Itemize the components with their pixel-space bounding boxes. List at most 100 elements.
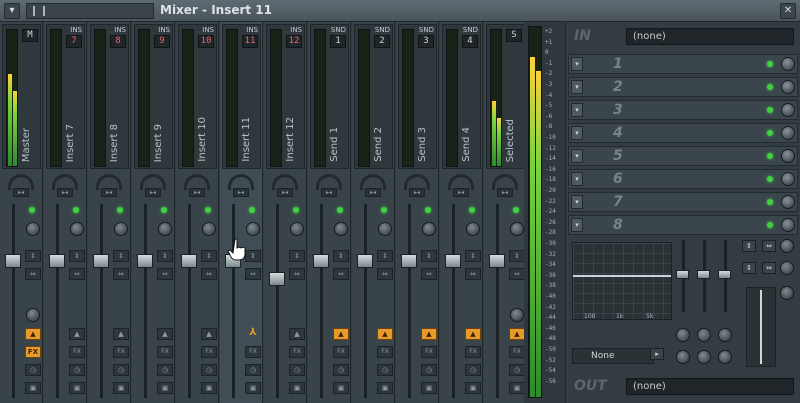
stereo-sep-icon[interactable]: ⇔ bbox=[333, 268, 349, 280]
fx-slot-enable-led[interactable] bbox=[767, 107, 773, 113]
route-button[interactable]: ▲ bbox=[201, 328, 217, 340]
record-clock-icon[interactable]: ◷ bbox=[377, 364, 393, 376]
volume-fader[interactable] bbox=[137, 254, 153, 269]
strip-header[interactable]: SND 4 Send 4 bbox=[442, 24, 481, 169]
fx-button[interactable]: FX bbox=[25, 346, 41, 358]
volume-fader[interactable] bbox=[181, 254, 197, 269]
route-button[interactable]: ▲ bbox=[333, 328, 349, 340]
route-button[interactable]: ▲ bbox=[377, 328, 393, 340]
fx-slot-enable-led[interactable] bbox=[767, 153, 773, 159]
disk-icon[interactable]: ▣ bbox=[201, 382, 217, 394]
pan-center-icon[interactable]: ▸◂ bbox=[277, 188, 293, 197]
fx-button[interactable]: FX bbox=[201, 346, 217, 358]
fx-slot-mix-knob[interactable] bbox=[781, 172, 795, 186]
disk-icon[interactable]: ▣ bbox=[465, 382, 481, 394]
window-menu-button[interactable]: ▾ bbox=[4, 3, 20, 19]
eq-band-3-freq-knob[interactable] bbox=[718, 328, 732, 342]
fx-button[interactable]: FX bbox=[113, 346, 129, 358]
strip-header[interactable]: INS 12 Insert 12 bbox=[266, 24, 305, 169]
stereo-sep-icon[interactable]: ⇔ bbox=[113, 268, 129, 280]
eq-band-1-freq-knob[interactable] bbox=[676, 328, 690, 342]
swap-channels-icon[interactable]: ⇕ bbox=[333, 250, 349, 262]
strip-header[interactable]: INS 8 Insert 8 bbox=[90, 24, 129, 169]
fx-button[interactable]: FX bbox=[69, 346, 85, 358]
stereo-knob[interactable] bbox=[378, 222, 392, 236]
fx-slot[interactable]: ▾ 6 bbox=[568, 169, 798, 189]
disk-icon[interactable]: ▣ bbox=[25, 382, 41, 394]
send-knob[interactable] bbox=[26, 308, 40, 322]
preset-select[interactable]: None bbox=[572, 348, 654, 364]
fx-slot[interactable]: ▾ 5 bbox=[568, 146, 798, 166]
mute-led[interactable] bbox=[29, 207, 35, 213]
mute-led[interactable] bbox=[337, 207, 343, 213]
volume-fader[interactable] bbox=[489, 254, 505, 269]
eq-band-2-bw-knob[interactable] bbox=[697, 350, 711, 364]
fx-button[interactable]: FX bbox=[333, 346, 349, 358]
record-clock-icon[interactable]: ◷ bbox=[157, 364, 173, 376]
strip-header[interactable]: INS 9 Insert 9 bbox=[134, 24, 173, 169]
disk-icon[interactable]: ▣ bbox=[509, 382, 525, 394]
fx-slot-menu-button[interactable]: ▾ bbox=[571, 218, 583, 232]
route-button[interactable]: ▲ bbox=[465, 328, 481, 340]
fx-slot-mix-knob[interactable] bbox=[781, 80, 795, 94]
route-button[interactable]: ▲ bbox=[421, 328, 437, 340]
strip-header[interactable]: INS 10 Insert 10 bbox=[178, 24, 217, 169]
disk-icon[interactable]: ▣ bbox=[333, 382, 349, 394]
volume-fader[interactable] bbox=[5, 254, 21, 269]
record-clock-icon[interactable]: ◷ bbox=[333, 364, 349, 376]
pan-center-icon[interactable]: ▸◂ bbox=[101, 188, 117, 197]
stereo-knob[interactable] bbox=[114, 222, 128, 236]
phase-button[interactable]: ⇕ bbox=[742, 262, 756, 274]
fx-slot-enable-led[interactable] bbox=[767, 199, 773, 205]
strip-header[interactable]: INS 7 Insert 7 bbox=[46, 24, 85, 169]
fx-button[interactable]: FX bbox=[465, 346, 481, 358]
fx-slot-enable-led[interactable] bbox=[767, 222, 773, 228]
record-clock-icon[interactable]: ◷ bbox=[25, 364, 41, 376]
record-clock-icon[interactable]: ◷ bbox=[509, 364, 525, 376]
fx-button[interactable]: FX bbox=[245, 346, 261, 358]
swap-channels-icon[interactable]: ⇕ bbox=[157, 250, 173, 262]
fx-slot[interactable]: ▾ 2 bbox=[568, 77, 798, 97]
mute-led[interactable] bbox=[381, 207, 387, 213]
swap-button[interactable]: ⇕ bbox=[742, 240, 756, 252]
fx-slot-mix-knob[interactable] bbox=[781, 126, 795, 140]
preset-menu-button[interactable]: ▸ bbox=[650, 348, 664, 360]
swap-channels-icon[interactable]: ⇕ bbox=[377, 250, 393, 262]
route-button[interactable]: ▲ bbox=[157, 328, 173, 340]
route-button[interactable]: ▲ bbox=[25, 328, 41, 340]
stereo-sep-icon[interactable]: ⇔ bbox=[421, 268, 437, 280]
route-button[interactable]: ▲ bbox=[289, 328, 305, 340]
eq-band-3-bw-knob[interactable] bbox=[718, 350, 732, 364]
output-knob[interactable] bbox=[780, 286, 794, 300]
fx-slot[interactable]: ▾ 7 bbox=[568, 192, 798, 212]
record-clock-icon[interactable]: ◷ bbox=[289, 364, 305, 376]
record-clock-icon[interactable]: ◷ bbox=[113, 364, 129, 376]
fx-button[interactable]: FX bbox=[509, 346, 525, 358]
stereo-sep-icon[interactable]: ⇔ bbox=[245, 268, 261, 280]
fx-slot[interactable]: ▾ 4 bbox=[568, 123, 798, 143]
mixer-strip[interactable]: INS 12 Insert 12 ▸◂ ⇕ ⇔ ▲ FX ◷ ▣ bbox=[264, 22, 307, 403]
swap-channels-icon[interactable]: ⇕ bbox=[69, 250, 85, 262]
fx-slot[interactable]: ▾ 8 bbox=[568, 215, 798, 235]
stereo-sep-icon[interactable]: ⇔ bbox=[69, 268, 85, 280]
mixer-strip[interactable]: SND 2 Send 2 ▸◂ ⇕ ⇔ ▲ FX ◷ ▣ bbox=[352, 22, 395, 403]
pan-center-icon[interactable]: ▸◂ bbox=[453, 188, 469, 197]
mute-led[interactable] bbox=[513, 207, 519, 213]
swap-channels-icon[interactable]: ⇕ bbox=[201, 250, 217, 262]
fx-slot-mix-knob[interactable] bbox=[781, 195, 795, 209]
send-knob[interactable] bbox=[510, 308, 524, 322]
stereo-sep-icon[interactable]: ⇔ bbox=[289, 268, 305, 280]
disk-icon[interactable]: ▣ bbox=[377, 382, 393, 394]
stereo-knob[interactable] bbox=[290, 222, 304, 236]
close-icon[interactable]: ✕ bbox=[780, 3, 796, 19]
fx-slot-menu-button[interactable]: ▾ bbox=[571, 57, 583, 71]
eq-band-2-freq-knob[interactable] bbox=[697, 328, 711, 342]
pan-knob[interactable] bbox=[780, 261, 794, 275]
swap-channels-icon[interactable]: ⇕ bbox=[113, 250, 129, 262]
mixer-strip[interactable]: INS 9 Insert 9 ▸◂ ⇕ ⇔ ▲ FX ◷ ▣ bbox=[132, 22, 175, 403]
eq-band-3-fader[interactable] bbox=[718, 270, 731, 279]
strip-header[interactable]: S Selected bbox=[486, 24, 525, 169]
record-clock-icon[interactable]: ◷ bbox=[69, 364, 85, 376]
pan-center-icon[interactable]: ▸◂ bbox=[13, 188, 29, 197]
pan-center-icon[interactable]: ▸◂ bbox=[321, 188, 337, 197]
